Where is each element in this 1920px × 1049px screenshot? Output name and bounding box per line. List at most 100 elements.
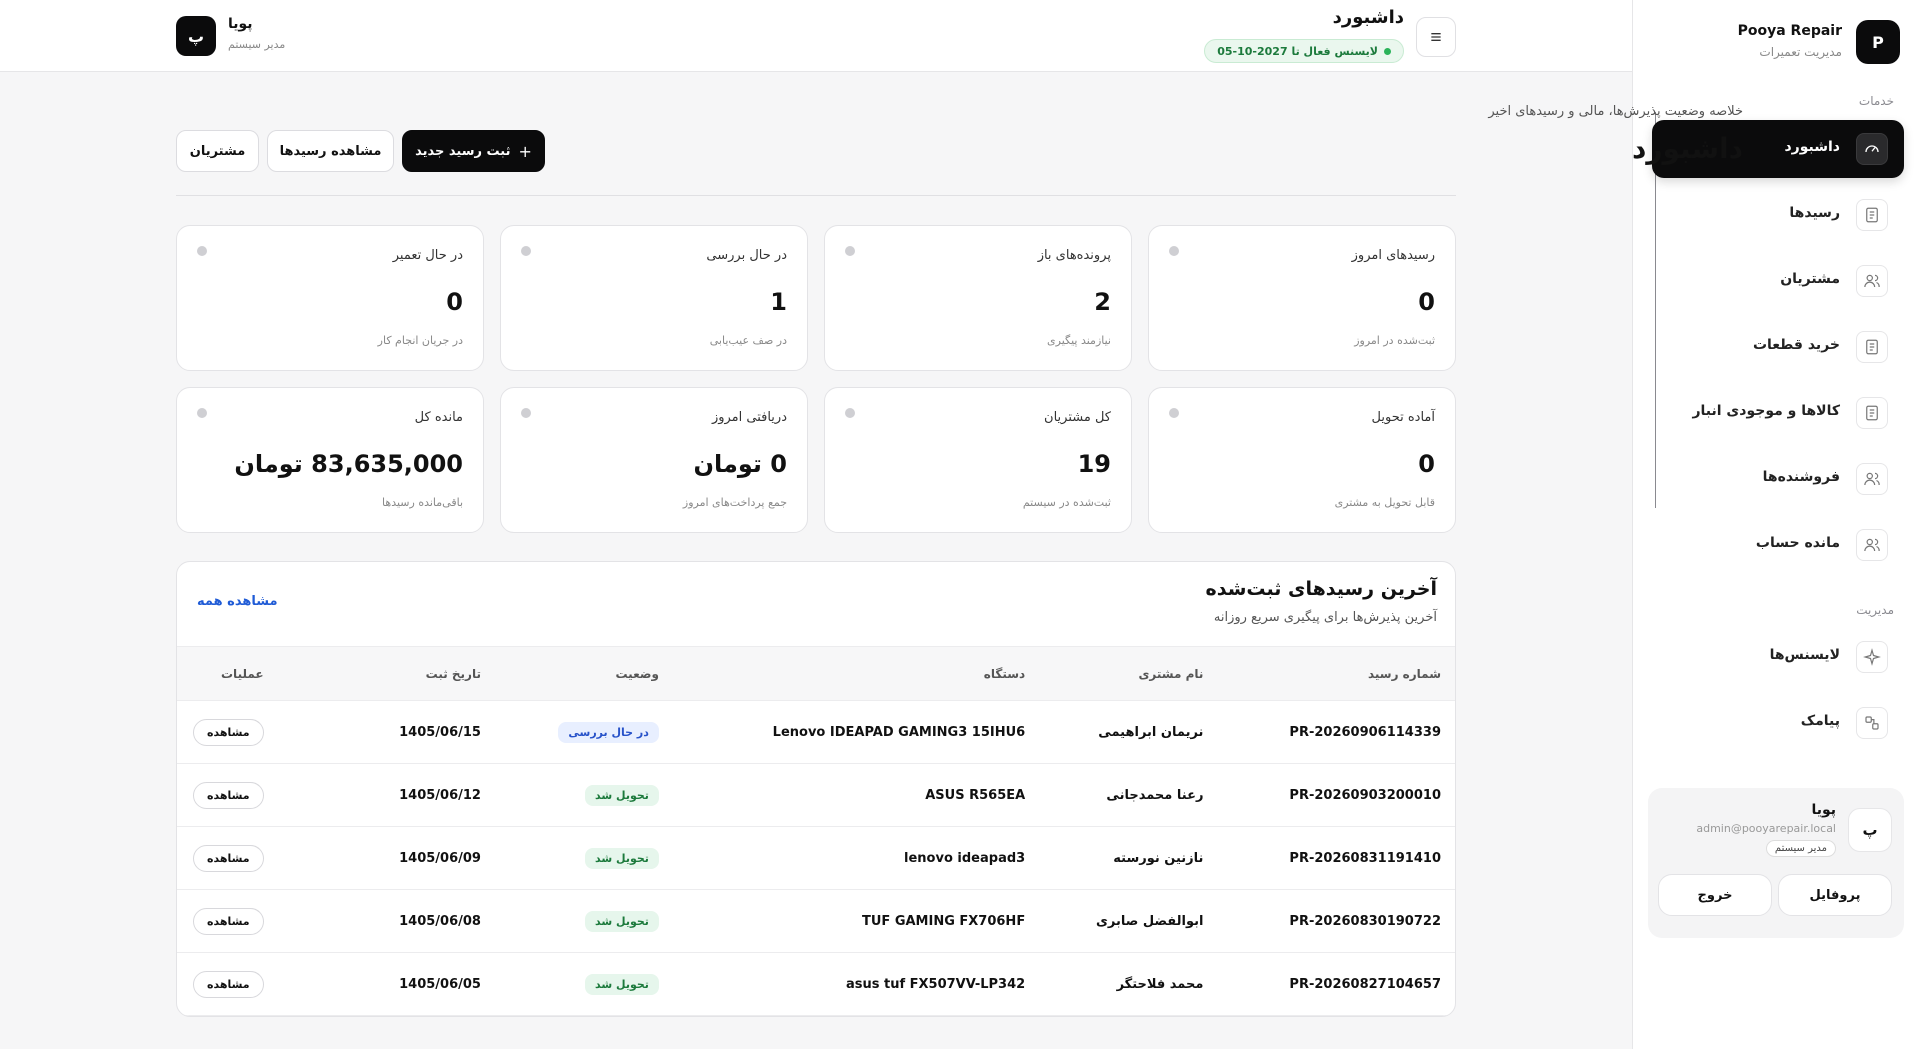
view-all-link[interactable]: مشاهده همه [197,594,278,609]
stat-card-ready-delivery: آماده تحویل 0 قابل تحویل به مشتری [1148,387,1456,533]
stat-label: در حال بررسی [706,248,787,263]
device-name: asus tuf FX507VV-LP342 [845,976,1026,992]
customer-name: محمد فلاحتگر [1116,976,1204,992]
stat-label: دریافتی امروز [711,410,787,425]
status-badge: تحویل شد [585,973,659,995]
table-row: PR-20260903200010 رعنا محمدجانی ASUS R56… [177,764,1455,827]
status-dot-icon [197,408,207,418]
view-button[interactable]: مشاهده [193,907,264,935]
brand-name: Pooya Repair [1737,23,1842,39]
stat-value: 2 [1094,288,1111,316]
stat-value: 0 [446,288,463,316]
stat-hint: نیازمند پیگیری [1047,334,1111,347]
stat-hint: قابل تحویل به مشتری [1334,496,1435,509]
receipt-number: PR-20260831191410 [1289,850,1441,866]
stat-card-today-receipts: رسیدهای امروز 0 ثبت‌شده در امروز [1148,225,1456,371]
customer-name: رعنا محمدجانی [1106,787,1204,803]
sidebar-item-sellers[interactable]: فروشنده‌ها [1652,450,1904,508]
table-row: PR-20260831191410 نازنین نورسته lenovo i… [177,827,1455,890]
status-dot-icon [1169,408,1179,418]
status-dot-icon [197,246,207,256]
stat-card-open-cases: پرونده‌های باز 2 نیازمند پیگیری [824,225,1132,371]
topbar-user-name: پویا [228,16,253,32]
sidebar-item-receipts[interactable]: رسیدها [1652,186,1904,244]
view-button[interactable]: مشاهده [193,844,264,872]
view-button[interactable]: مشاهده [193,970,264,998]
sidebar-item-label: پیامک [1800,713,1840,729]
stat-label: رسیدهای امروز [1351,248,1435,263]
stat-hint: در صف عیب‌یابی [709,334,787,347]
sidebar-item-label: داشبورد [1784,139,1841,155]
date-cell: 1405/06/08 [399,913,481,929]
sidebar-item-label: مانده حساب [1755,535,1840,551]
sidebar-item-label: فروشنده‌ها [1762,469,1840,485]
customers-button[interactable]: مشتریان [176,130,259,172]
view-receipts-button[interactable]: مشاهده رسیدها [267,130,394,172]
topbar: داشبورد لایسنس فعال تا 2027-10-05 پ پویا… [0,0,1632,72]
receipt-number: PR-20260830190722 [1289,913,1441,929]
user-avatar: پ [1848,808,1892,852]
device-name: lenovo ideapad3 [904,850,1026,866]
sidebar-item-balance[interactable]: مانده حساب [1652,516,1904,574]
brand-subtitle: مدیریت تعمیرات [1759,45,1842,59]
status-badge: تحویل شد [585,910,659,932]
sidebar-item-sms[interactable]: پیامک [1652,694,1904,752]
actions-cell: مشاهده [177,890,324,953]
stat-hint: باقی‌مانده رسیدها [382,496,463,509]
profile-button[interactable]: پروفایل [1778,874,1892,916]
customer-name: نریمان ابراهیمی [1098,724,1204,740]
sidebar-item-customers[interactable]: مشتریان [1652,252,1904,310]
sidebar-item-label: لایسنس‌ها [1769,647,1840,663]
status-dot-icon [521,408,531,418]
status-badge: تحویل شد [585,784,659,806]
stat-value: 19 [1077,450,1111,478]
user-name: پویا [1811,802,1836,818]
share-icon [1856,707,1888,739]
stat-value: 1 [770,288,787,316]
status-cell: در حال بررسی [497,701,675,764]
license-text: لایسنس فعال تا 2027-10-05 [1217,44,1378,58]
stat-label: در حال تعمیر [392,248,463,263]
column-header: عملیات [177,646,324,701]
view-button[interactable]: مشاهده [193,781,264,809]
stat-card-today-received: دریافتی امروز 0 تومان جمع پرداخت‌های امر… [500,387,808,533]
date-cell: 1405/06/09 [399,850,481,866]
stat-value: 0 تومان [693,450,787,478]
receipts-table: شماره رسید نام مشتری دستگاه وضعیت تاریخ … [177,646,1455,1016]
divider [176,195,1456,196]
status-dot-icon [1169,246,1179,256]
column-header: وضعیت [496,646,675,701]
sidebar-item-inventory[interactable]: کالاها و موجودی انبار [1652,384,1904,442]
new-receipt-label: ثبت رسید جدید [415,143,511,159]
sidebar-item-licenses[interactable]: لایسنس‌ها [1652,628,1904,686]
table-row: PR-20260830190722 ابوالفضل صابری TUF GAM… [177,890,1455,953]
date-cell: 1405/06/15 [399,724,481,740]
new-receipt-button[interactable]: + ثبت رسید جدید [402,130,545,172]
gauge-icon [1856,133,1888,165]
status-dot-icon [1384,47,1391,55]
logout-button[interactable]: خروج [1658,874,1772,916]
date-cell: 1405/06/05 [399,976,481,992]
sidebar-item-parts-purchase[interactable]: خرید قطعات [1652,318,1904,376]
view-button[interactable]: مشاهده [193,718,264,746]
page-subtitle: خلاصه وضعیت پذیرش‌ها، مالی و رسیدهای اخی… [1488,104,1743,119]
column-header: دستگاه [674,646,1042,701]
document-icon [1856,199,1888,231]
recent-receipts-card: آخرین رسیدهای ثبت‌شده آخرین پذیرش‌ها برا… [176,561,1456,1017]
menu-toggle-button[interactable] [1416,17,1456,57]
hamburger-icon [1431,33,1441,41]
sidebar-item-label: مشتریان [1780,271,1840,287]
status-cell: تحویل شد [497,827,675,890]
status-badge: در حال بررسی [558,721,659,743]
user-card: پ پویا admin@pooyarepair.local مدیر سیست… [1648,788,1904,938]
stat-label: مانده کل [414,410,463,425]
device-name: TUF GAMING FX706HF [861,913,1026,929]
stat-value: 0 [1418,288,1435,316]
receipt-number: PR-20260906114339 [1289,724,1441,740]
stat-value: 83,635,000 تومان [234,450,463,478]
device-name: ASUS R565EA [925,787,1026,803]
recent-receipts-title: آخرین رسیدهای ثبت‌شده [1205,578,1437,600]
actions-cell: مشاهده [177,764,324,827]
section-title-management: مدیریت [1856,603,1894,617]
stat-label: آماده تحویل [1371,410,1435,425]
